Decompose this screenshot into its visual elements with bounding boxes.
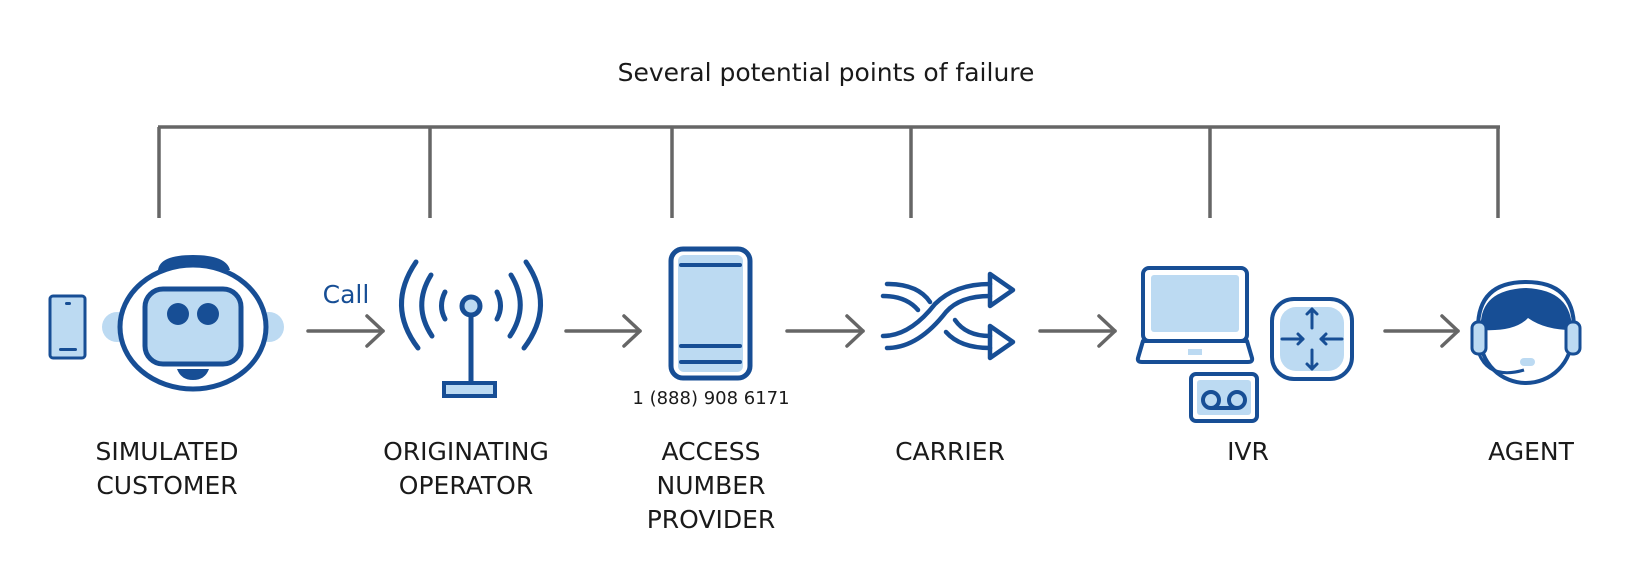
stage-label-line: PROVIDER — [647, 505, 776, 534]
access-phone-number: 1 (888) 908 6171 — [632, 388, 789, 409]
shuffle-icon — [880, 271, 1016, 361]
stage-simulated-customer — [48, 255, 284, 392]
router-icon — [1270, 297, 1354, 381]
robot-icon — [102, 255, 284, 392]
stage-label-line: NUMBER — [657, 471, 766, 500]
arrow-icon — [306, 314, 385, 348]
voicemail-icon — [1189, 372, 1259, 423]
arrow-icon — [785, 314, 865, 348]
stage-label-line: CARRIER — [895, 437, 1005, 466]
stage-label-line: ORIGINATING — [383, 437, 549, 466]
diagram-title: Several potential points of failure — [618, 58, 1035, 87]
laptop-icon — [1135, 266, 1255, 364]
stage-agent — [1470, 279, 1582, 385]
headset-agent-icon — [1470, 279, 1582, 385]
stage-carrier — [880, 271, 1016, 361]
arrow-icon — [1383, 314, 1460, 348]
stage-labels: SIMULATED CUSTOMER ORIGINATING OPERATOR … — [95, 437, 1574, 534]
failure-bracket — [157, 125, 1500, 218]
phone-icon — [668, 246, 753, 381]
stage-label-line: SIMULATED — [95, 437, 238, 466]
arrow-icon — [564, 314, 642, 348]
smartphone-icon — [48, 294, 87, 360]
antenna-icon — [399, 259, 543, 398]
call-label: Call — [323, 280, 370, 309]
stage-label-line: ACCESS — [661, 437, 760, 466]
stage-originating-operator — [399, 259, 543, 398]
stage-label-line: OPERATOR — [399, 471, 533, 500]
stage-ivr — [1135, 266, 1354, 423]
stage-label-line: CUSTOMER — [96, 471, 237, 500]
arrow-icon — [1038, 314, 1117, 348]
stage-label-line: IVR — [1227, 437, 1269, 466]
stage-label-line: AGENT — [1488, 437, 1575, 466]
failure-points-diagram: Several potential points of failure Call — [48, 58, 1582, 534]
stage-access-number-provider: 1 (888) 908 6171 — [632, 246, 790, 409]
